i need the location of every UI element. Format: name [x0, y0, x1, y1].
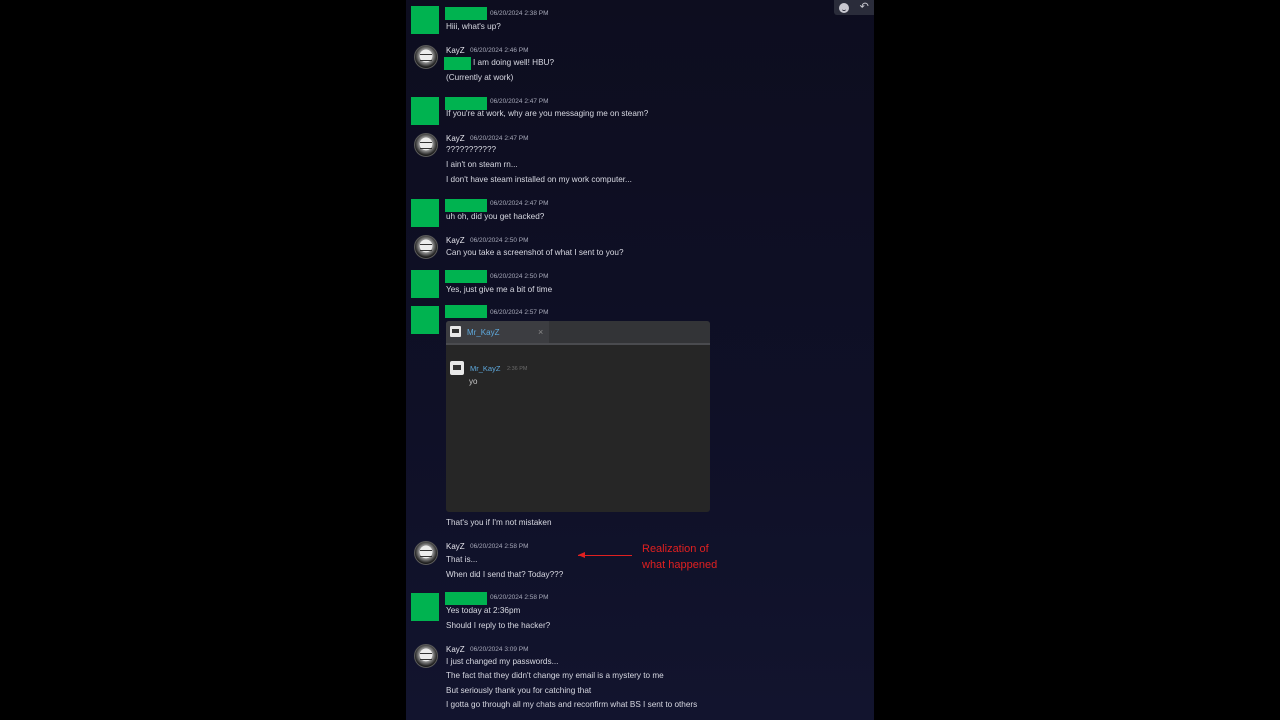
redacted-username: [445, 305, 487, 318]
redacted-avatar: [411, 199, 439, 227]
screenshot-sender-name: Mr_KayZ: [470, 364, 501, 373]
message-text: Yes, just give me a bit of time: [446, 285, 553, 294]
reply-arrow-icon[interactable]: ↶: [860, 2, 869, 13]
message-text: That's you if I'm not mistaken: [446, 518, 552, 527]
smiley-icon[interactable]: [839, 2, 850, 13]
message-actions: ↶: [834, 0, 874, 15]
message-text: I just changed my passwords...: [446, 657, 559, 666]
message-timestamp: 06/20/2024 2:58 PM: [470, 543, 529, 550]
kayz-avatar[interactable]: [414, 133, 438, 157]
steam-avatar-icon: [450, 326, 461, 337]
screenshot-divider: [446, 343, 710, 345]
redacted-avatar: [411, 6, 439, 34]
kayz-avatar[interactable]: [414, 541, 438, 565]
message-text: I am doing well! HBU?: [473, 58, 554, 67]
redacted-avatar: [411, 270, 439, 298]
sender-name[interactable]: KayZ: [446, 645, 465, 654]
message-timestamp: 06/20/2024 2:57 PM: [490, 309, 549, 316]
screenshot-tab-label: Mr_KayZ: [467, 328, 500, 337]
kayz-avatar[interactable]: [414, 45, 438, 69]
annotation-text: Realization of what happened: [642, 541, 717, 573]
message-timestamp: 06/20/2024 2:50 PM: [490, 273, 549, 280]
message-text: The fact that they didn't change my emai…: [446, 671, 664, 680]
annotation-line: Realization of: [642, 543, 709, 555]
message-text: Hiii, what's up?: [446, 22, 501, 31]
message-text: (Currently at work): [446, 73, 514, 82]
message-timestamp: 06/20/2024 2:50 PM: [470, 237, 529, 244]
redacted-username: [445, 7, 487, 20]
attached-screenshot[interactable]: Mr_KayZ × Mr_KayZ 2:36 PM yo: [446, 321, 710, 512]
message-text: If you're at work, why are you messaging…: [446, 109, 649, 118]
sender-name[interactable]: KayZ: [446, 46, 465, 55]
close-icon: ×: [538, 327, 544, 337]
message-text: That is...: [446, 555, 478, 564]
message-text: But seriously thank you for catching tha…: [446, 686, 592, 695]
kayz-avatar[interactable]: [414, 644, 438, 668]
annotation-arrow: [578, 555, 632, 556]
kayz-avatar[interactable]: [414, 235, 438, 259]
redacted-avatar: [411, 593, 439, 621]
sender-name[interactable]: KayZ: [446, 542, 465, 551]
message-timestamp: 06/20/2024 2:47 PM: [470, 135, 529, 142]
screenshot-chat-tab: Mr_KayZ ×: [446, 321, 549, 343]
redacted-username: [445, 592, 487, 605]
message-timestamp: 06/20/2024 2:46 PM: [470, 47, 529, 54]
redacted-username: [445, 270, 487, 283]
chat-panel: ↶ 06/20/2024 2:38 PM Hiii, what's up? Ka…: [406, 0, 874, 720]
screenshot-sender-avatar: [450, 361, 464, 375]
message-text: When did I send that? Today???: [446, 570, 564, 579]
annotation-line: what happened: [642, 559, 718, 571]
message-text: ???????????: [446, 145, 497, 154]
message-timestamp: 06/20/2024 3:09 PM: [470, 646, 529, 653]
message-text: Can you take a screenshot of what I sent…: [446, 248, 624, 257]
redacted-avatar: [411, 306, 439, 334]
message-text: uh oh, did you get hacked?: [446, 212, 545, 221]
sender-name[interactable]: KayZ: [446, 134, 465, 143]
screenshot-message: yo: [469, 377, 478, 386]
screenshot-timestamp: 2:36 PM: [507, 366, 528, 372]
message-text: I gotta go through all my chats and reco…: [446, 700, 698, 709]
redacted-username: [445, 199, 487, 212]
redacted-mention: [444, 57, 471, 70]
message-text: I don't have steam installed on my work …: [446, 175, 632, 184]
sender-name[interactable]: KayZ: [446, 236, 465, 245]
message-timestamp: 06/20/2024 2:38 PM: [490, 10, 549, 17]
message-timestamp: 06/20/2024 2:47 PM: [490, 98, 549, 105]
message-text: I ain't on steam rn...: [446, 160, 518, 169]
message-text: Yes today at 2:36pm: [446, 606, 521, 615]
redacted-avatar: [411, 97, 439, 125]
message-timestamp: 06/20/2024 2:47 PM: [490, 200, 549, 207]
message-text: Should I reply to the hacker?: [446, 621, 551, 630]
message-timestamp: 06/20/2024 2:58 PM: [490, 594, 549, 601]
